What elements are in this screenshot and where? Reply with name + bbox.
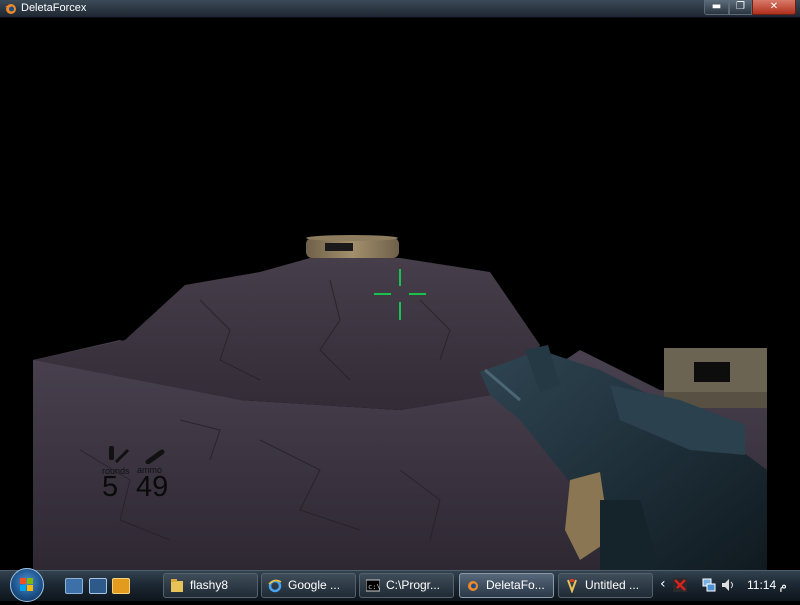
task-label: Untitled ... <box>585 578 640 592</box>
task-google[interactable]: Google ... <box>261 573 356 598</box>
task-command-prompt[interactable]: c:\ C:\Progr... <box>359 573 454 598</box>
volume-icon[interactable] <box>721 578 735 592</box>
hud-panel: rounds ammo 5 49 <box>102 446 192 508</box>
show-desktop-icon[interactable] <box>65 578 83 594</box>
blender-icon <box>468 581 478 591</box>
task-flashy8[interactable]: flashy8 <box>163 573 258 598</box>
windows-logo-icon <box>20 578 33 591</box>
clock[interactable]: 11:14 م <box>747 578 787 592</box>
task-label: C:\Progr... <box>386 578 441 592</box>
task-label: Google ... <box>288 578 341 592</box>
window-titlebar[interactable]: DeletaForcex ▬ ❐ ✕ <box>0 0 800 18</box>
switch-windows-icon[interactable] <box>89 578 107 594</box>
task-untitled[interactable]: Untitled ... <box>558 573 653 598</box>
task-label: flashy8 <box>190 578 229 592</box>
close-button[interactable]: ✕ <box>752 0 796 15</box>
ammo-value: 49 <box>136 471 169 503</box>
show-hidden-icons-chevron[interactable]: ‹ <box>660 576 666 592</box>
window-title: DeletaForcex <box>21 2 87 14</box>
bullets-icon <box>109 446 130 464</box>
folder-icon <box>171 579 183 592</box>
media-player-icon[interactable] <box>112 578 130 594</box>
rounds-value: 5 <box>102 471 119 503</box>
svg-text:c:\: c:\ <box>368 583 380 591</box>
command-prompt-icon: c:\ <box>366 579 380 592</box>
magazine-icon <box>145 449 165 464</box>
start-button[interactable] <box>10 568 44 602</box>
paint-icon <box>567 579 577 593</box>
antivirus-icon[interactable] <box>673 578 687 592</box>
blender-icon <box>5 4 16 14</box>
bunker-top <box>306 235 399 258</box>
task-label: DeletaFo... <box>486 578 545 592</box>
internet-explorer-icon <box>268 579 282 593</box>
task-deletaforce[interactable]: DeletaFo... <box>459 573 554 598</box>
maximize-button[interactable]: ❐ <box>729 0 752 15</box>
taskbar: flashy8 Google ... c:\ C:\Progr... Delet… <box>0 568 800 602</box>
bunker-right <box>664 348 767 408</box>
network-icon[interactable] <box>702 578 716 592</box>
game-viewport[interactable]: rounds ammo 5 49 <box>0 18 800 570</box>
minimize-button[interactable]: ▬ <box>704 0 729 15</box>
